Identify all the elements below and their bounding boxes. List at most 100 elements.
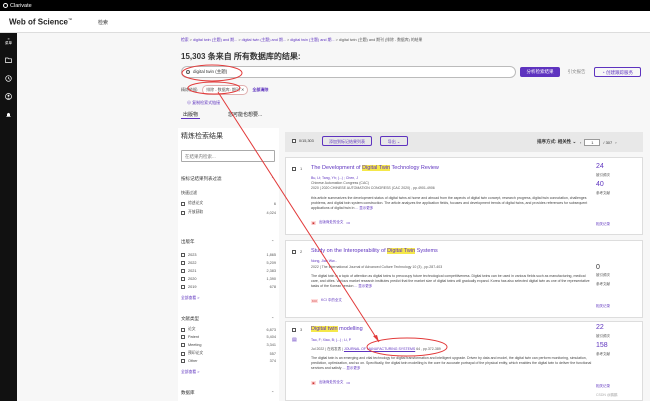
breadcrumb-item[interactable]: 检索 [181, 38, 189, 42]
doctype-facet-heading[interactable]: 文献类型 [181, 316, 199, 322]
record-authors[interactable]: Bu, Lt; Tang, Yh; (...) ; Chen, J [311, 176, 358, 180]
full-text-badge: KCI [311, 298, 319, 303]
folder-icon[interactable] [4, 57, 13, 64]
record-title[interactable]: Digital twin modelling [311, 326, 363, 332]
reference-label: 参考文献 [596, 191, 610, 195]
refine-search-input[interactable]: 在结果内检索... [181, 150, 275, 162]
next-page-icon[interactable]: › [615, 140, 616, 145]
record-title[interactable]: Study on the Interoperability of Digital… [311, 248, 438, 254]
bell-icon[interactable] [4, 111, 13, 118]
facet-item[interactable]: 开放获取 4,024 [181, 210, 276, 215]
record-abstract: The digital twin is an emerging and vita… [311, 356, 592, 370]
citation-count: 0 [596, 264, 600, 271]
breadcrumb-item[interactable]: digital twin (主题) and 期... [242, 38, 286, 42]
refine-chip[interactable]: 排除 - 数据库: 期刊 ✕ [202, 85, 249, 95]
chevron-up-icon[interactable]: ⌃ [271, 316, 274, 321]
facet-item[interactable]: 2019 678 [181, 285, 276, 289]
record-abstract: The digital twin is a topic of attention… [311, 274, 590, 288]
related-records-link[interactable]: 相关记录 [596, 222, 610, 227]
close-icon[interactable]: ✕ [241, 87, 244, 92]
checkbox[interactable] [181, 201, 185, 206]
record-checkbox[interactable] [292, 250, 296, 254]
view-all-doctypes-link[interactable]: 全部查看 > [181, 370, 199, 375]
more-icon[interactable]: ••• [346, 221, 350, 225]
analyze-results-button[interactable]: 分析检索结果 [520, 67, 560, 77]
chevron-up-icon[interactable]: ⌃ [271, 239, 274, 244]
full-text-link[interactable]: 出版商处的全文 [319, 220, 344, 225]
prev-page-icon[interactable]: ‹ [580, 140, 581, 145]
facet-item[interactable]: Other 374 [181, 359, 276, 363]
tab-publications[interactable]: 出版物 [181, 111, 201, 119]
citation-report-button[interactable]: 引文报告 [563, 67, 590, 77]
page-input[interactable]: 1 [584, 139, 601, 146]
breadcrumb-separator: > [286, 38, 290, 42]
sort-dropdown[interactable]: 排序方式: 相关性 ⌄ [537, 139, 576, 145]
facet-item[interactable]: Patent 5,404 [181, 335, 276, 339]
record-checkbox[interactable] [292, 167, 296, 171]
tab-you-may-also-like[interactable]: 您可能也想要... [226, 111, 264, 119]
reference-count[interactable]: 40 [596, 181, 604, 188]
facet-item[interactable]: Meeting 3,341 [181, 343, 276, 347]
checkbox[interactable] [181, 269, 185, 273]
record-authors[interactable]: Tao, F; Xiao, B; (...) ; Li, P [311, 338, 351, 342]
breadcrumb-item[interactable]: digital twin (主题) and 期... [193, 38, 237, 42]
checkbox[interactable] [181, 210, 185, 215]
chevron-up-icon[interactable]: ⌃ [271, 176, 274, 181]
marked-filter-heading[interactable]: 按标记结果列表过滤 [181, 176, 222, 182]
full-text-link[interactable]: KCI 中的全文 [321, 298, 342, 303]
create-alert-button[interactable]: ◔ 创建跟踪服务 [594, 67, 641, 77]
show-more-link[interactable]: ... 显示更多 [354, 284, 372, 288]
database-facet-heading[interactable]: 数据库 [181, 390, 195, 396]
copy-query-link[interactable]: ⊖ 复制检索式链接 [187, 100, 220, 106]
chevron-up-icon[interactable]: ⌃ [271, 390, 274, 395]
refined-by: 精炼依据: 排除 - 数据库: 期刊 ✕ 全部清除 [181, 85, 268, 95]
facet-item[interactable]: 论文 6,873 [181, 327, 276, 332]
year-facet-heading[interactable]: 出版年 [181, 239, 195, 245]
breadcrumb-item[interactable]: digital twin (主题) and 期... [290, 38, 334, 42]
more-icon[interactable]: ••• [346, 381, 350, 385]
show-more-link[interactable]: ... 显示更多 [355, 206, 373, 210]
record-authors[interactable]: Nong, Jian Ww... [311, 259, 337, 263]
checkbox[interactable] [181, 343, 185, 347]
view-all-years-link[interactable]: 全部查看 > [181, 296, 199, 301]
search-nav-link[interactable]: 检索 [98, 19, 108, 26]
facet-item[interactable]: 综述论文 6 [181, 201, 276, 206]
facet-item[interactable]: 预印论文 557 [181, 351, 276, 356]
user-icon[interactable] [4, 93, 13, 100]
clear-all-link[interactable]: 全部清除 [252, 87, 268, 93]
add-to-marked-list-button[interactable]: 添加到标记结果列表 [322, 136, 372, 146]
full-text-link[interactable]: 出版商处的全文 [319, 380, 344, 385]
journal-link[interactable]: JOURNAL OF MANUFACTURING SYSTEMS [344, 347, 415, 351]
checkbox[interactable] [181, 335, 185, 339]
checkbox[interactable] [181, 351, 185, 356]
facet-item[interactable]: 2021 2,383 [181, 269, 276, 273]
clarivate-topbar: Clarivate [0, 0, 650, 11]
related-records-link[interactable]: 相关记录 [596, 384, 610, 389]
menu-button[interactable]: ≡ 菜单 [4, 37, 13, 45]
show-more-link[interactable]: ... 显示更多 [343, 366, 361, 370]
checkbox[interactable] [181, 285, 185, 289]
results-title: 15,303 条来自 所有数据库的结果: [181, 52, 301, 61]
related-records-link[interactable]: 相关记录 [596, 304, 610, 309]
checkbox[interactable] [181, 253, 185, 257]
record-number: 3 [300, 327, 303, 332]
citation-count[interactable]: 22 [596, 324, 604, 331]
select-all-checkbox[interactable] [292, 139, 296, 143]
export-button[interactable]: 导出 ⌄ [380, 136, 408, 146]
breadcrumb-separator: > [238, 38, 241, 42]
app-title[interactable]: Web of Science™ [9, 17, 72, 27]
checkbox[interactable] [181, 277, 185, 281]
checkbox[interactable] [181, 359, 185, 363]
query-field[interactable]: digital twin (主题) [181, 66, 516, 78]
record-number: 2 [300, 249, 303, 254]
record-checkbox[interactable] [292, 328, 296, 332]
history-icon[interactable] [4, 75, 13, 82]
facet-item[interactable]: 2023 1,865 [181, 253, 276, 257]
facet-item[interactable]: 2022 5,209 [181, 261, 276, 265]
facet-item[interactable]: 2020 1,390 [181, 277, 276, 281]
reference-count[interactable]: 158 [596, 342, 608, 349]
checkbox[interactable] [181, 261, 185, 265]
record-title[interactable]: The Development of Digital Twin Technolo… [311, 165, 439, 171]
citation-count[interactable]: 24 [596, 163, 604, 170]
checkbox[interactable] [181, 327, 185, 332]
